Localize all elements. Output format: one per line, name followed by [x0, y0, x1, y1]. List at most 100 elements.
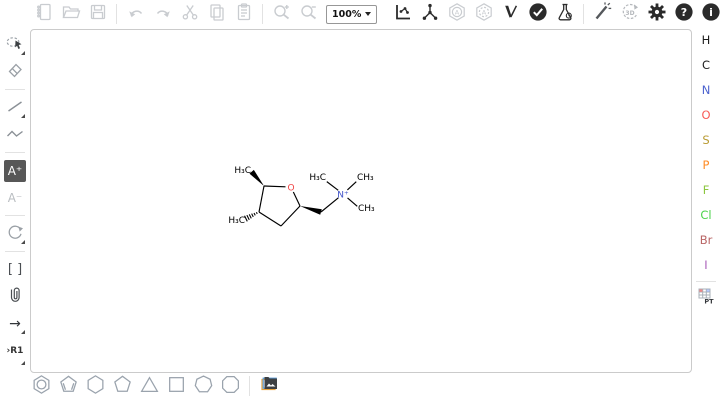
attachment-point-tool[interactable] [4, 286, 26, 308]
element-button-H[interactable]: H [694, 27, 718, 52]
element-button-F[interactable]: F [694, 177, 718, 202]
periodic-table-button[interactable]: PT [694, 286, 718, 310]
template-cyclobutane[interactable] [166, 375, 188, 397]
element-symbol: S [702, 133, 709, 147]
eraser-icon [5, 60, 25, 84]
aromatize-button[interactable]: A [446, 3, 468, 25]
template-toolbar [28, 373, 282, 399]
drawing-canvas[interactable]: OH₃CH₃CN⁺H₃CCH₃CH₃ [30, 29, 692, 373]
left-toolbar: A⁺ A⁻ [ ] → ›R1 [1, 31, 29, 364]
settings-button[interactable] [646, 3, 668, 25]
element-button-O[interactable]: O [694, 102, 718, 127]
chain-tool[interactable] [4, 124, 26, 146]
template-cyclohexane[interactable] [85, 375, 107, 397]
template-benzene[interactable] [31, 375, 53, 397]
cut-button[interactable] [179, 3, 201, 25]
charge-minus-label: A⁻ [8, 192, 23, 204]
template-cyclopentadiene[interactable] [58, 375, 80, 397]
zoom-level-value: 100% [332, 9, 361, 20]
template-cycloheptane[interactable] [193, 375, 215, 397]
template-cyclopentane[interactable] [112, 375, 134, 397]
3d-viewer-button[interactable]: 3D [619, 3, 641, 25]
element-button-Br[interactable]: Br [694, 227, 718, 252]
bond-tool[interactable] [4, 97, 26, 119]
sgroup-brackets-label: [ ] [8, 263, 22, 276]
template-cyclopropane[interactable] [139, 375, 161, 397]
aromatize-letter: A [455, 8, 460, 16]
rgroup-tool[interactable]: ›R1 [4, 340, 26, 362]
element-button-N[interactable]: N [694, 77, 718, 102]
sgroup-tool[interactable]: [ ] [4, 259, 26, 281]
zoom-level-dropdown[interactable]: 100% [326, 5, 377, 24]
paste-button[interactable] [233, 3, 255, 25]
zoom-in-button[interactable] [271, 3, 293, 25]
periodic-table-icon: PT [696, 286, 717, 310]
redo-button[interactable] [152, 3, 174, 25]
template-cyclooctane[interactable] [220, 375, 242, 397]
copy-button[interactable] [206, 3, 228, 25]
element-symbol: O [701, 108, 710, 122]
dearomatize-icon: A [474, 2, 494, 26]
3d-viewer-icon: 3D [620, 2, 640, 26]
molecule-editor-app: { "topbar": { "zoom_value": "100%" }, "l… [0, 0, 720, 400]
chevron-down-icon [365, 12, 371, 16]
analyse-flask-icon [555, 2, 575, 26]
atom-label: H₃C [228, 216, 245, 226]
calculate-cip-icon [501, 2, 521, 26]
rotate-tool[interactable] [4, 223, 26, 245]
layout-button[interactable] [392, 3, 414, 25]
molecule-svg: OH₃CH₃CN⁺H₃CCH₃CH₃ [31, 30, 691, 372]
toolbar-separator [262, 4, 263, 24]
clean-up-button[interactable] [419, 3, 441, 25]
select-tool[interactable] [4, 34, 26, 56]
element-button-P[interactable]: P [694, 152, 718, 177]
charge-plus-tool[interactable]: A⁺ [4, 160, 26, 182]
element-symbol: N [702, 83, 711, 97]
save-button[interactable] [87, 3, 109, 25]
help-button[interactable]: ? [673, 3, 695, 25]
calculated-values-button[interactable] [554, 3, 576, 25]
element-symbol: Br [700, 233, 713, 247]
check-structure-button[interactable] [527, 3, 549, 25]
erase-tool[interactable] [4, 61, 26, 83]
element-button-S[interactable]: S [694, 127, 718, 152]
template-library-icon [259, 374, 279, 398]
atom-label: N⁺ [337, 191, 349, 201]
dropdown-corner-triangle [21, 51, 25, 55]
element-button-Cl[interactable]: Cl [694, 202, 718, 227]
zoom-out-icon [299, 2, 319, 26]
cyclohexane-icon [85, 374, 106, 399]
recognize-button[interactable] [592, 3, 614, 25]
zoom-out-button[interactable] [298, 3, 320, 25]
clean-up-icon [420, 2, 440, 26]
save-floppy-icon [88, 2, 108, 26]
aromatize-icon: A [447, 2, 467, 26]
template-library-button[interactable] [258, 375, 280, 397]
dropdown-corner-triangle [21, 361, 25, 365]
calculate-cip-button[interactable] [500, 3, 522, 25]
element-button-I[interactable]: I [694, 252, 718, 277]
open-button[interactable] [60, 3, 82, 25]
cyclopropane-icon [139, 374, 160, 399]
atom-label: O [287, 184, 294, 194]
dearomatize-button[interactable]: A [473, 3, 495, 25]
charge-plus-label: A⁺ [8, 165, 23, 177]
toolbar-separator [5, 215, 25, 216]
charge-minus-tool[interactable]: A⁻ [4, 187, 26, 209]
toolbar-separator [5, 89, 25, 90]
paperclip-icon [5, 285, 25, 309]
recognize-pen-icon [593, 2, 613, 26]
undo-button[interactable] [125, 3, 147, 25]
cut-scissors-icon [180, 2, 200, 26]
reaction-arrow-tool[interactable]: → [4, 313, 26, 335]
element-symbol: I [704, 258, 707, 272]
new-document-button[interactable] [33, 3, 55, 25]
about-button[interactable]: i [700, 3, 720, 25]
element-button-C[interactable]: C [694, 52, 718, 77]
dropdown-corner-triangle [21, 330, 25, 334]
dropdown-corner-triangle [21, 240, 25, 244]
3d-viewer-label: 3D [625, 10, 634, 17]
benzene-icon [31, 374, 52, 399]
chain-icon [5, 123, 25, 147]
atom-label: CH₃ [357, 173, 374, 183]
